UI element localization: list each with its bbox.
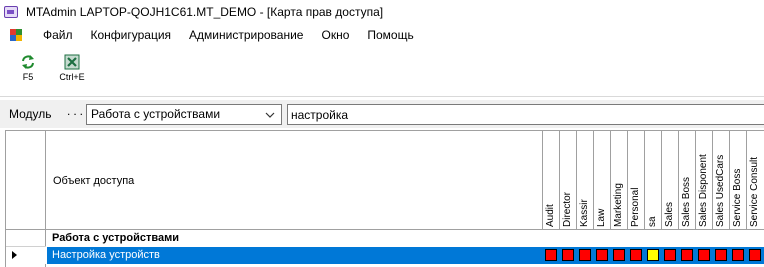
role-column-header[interactable]: Service Boss xyxy=(729,131,746,229)
role-column-header[interactable]: Sales Boss xyxy=(678,131,695,229)
access-rights-grid: Объект доступа Audit Director Kassir Law Mar… xyxy=(5,130,764,267)
group-row-header xyxy=(6,230,46,247)
role-label: sa xyxy=(647,216,658,227)
role-column-header[interactable]: Personal xyxy=(627,131,644,229)
role-label: Sales UsedCars xyxy=(715,154,726,227)
permission-cell-denied[interactable] xyxy=(732,249,744,261)
menu-bar: Файл Конфигурация Администрирование Окно… xyxy=(0,24,764,46)
role-label: Service Consult xyxy=(749,156,760,227)
module-dots: ... xyxy=(67,104,87,118)
permission-cell-denied[interactable] xyxy=(545,249,557,261)
role-label: Marketing xyxy=(613,183,624,227)
menu-help[interactable]: Помощь xyxy=(358,24,422,46)
filter-bar: Модуль ... Работа с устройствами xyxy=(0,100,764,128)
menu-file[interactable]: Файл xyxy=(34,24,82,46)
group-row-label: Работа с устройствами xyxy=(52,232,179,244)
toolbar: F5 Ctrl+E xyxy=(0,46,764,94)
row-object-label: Настройка устройств xyxy=(52,249,160,261)
role-label-wrap: Law xyxy=(595,131,609,227)
current-row-arrow-icon xyxy=(12,251,17,259)
role-label: Sales Boss xyxy=(681,176,692,227)
permission-cell-denied[interactable] xyxy=(579,249,591,261)
module-dropdown-value: Работа с устройствами xyxy=(91,107,221,121)
role-label-wrap: Service Boss xyxy=(731,131,745,227)
role-label-wrap: Service Consult xyxy=(748,131,762,227)
role-column-header[interactable]: sa xyxy=(644,131,661,229)
role-label-wrap: Audit xyxy=(544,131,558,227)
role-label: Law xyxy=(596,208,607,227)
menu-administration[interactable]: Администрирование xyxy=(180,24,312,46)
row-selector[interactable] xyxy=(6,247,46,264)
title-bar: MTAdmin LAPTOP-QOJH1C61.MT_DEMO - [Карта… xyxy=(0,0,764,24)
role-label: Personal xyxy=(630,187,641,227)
role-column-header[interactable]: Sales xyxy=(661,131,678,229)
toolbar-separator xyxy=(0,96,764,97)
role-column-header[interactable]: Marketing xyxy=(610,131,627,229)
permission-cell-denied[interactable] xyxy=(596,249,608,261)
role-column-header[interactable]: Sales UsedCars xyxy=(712,131,729,229)
role-label: Director xyxy=(562,191,573,227)
role-column-header[interactable]: Law xyxy=(593,131,610,229)
role-column-header[interactable]: Director xyxy=(559,131,576,229)
permission-cell-denied[interactable] xyxy=(681,249,693,261)
app-icon xyxy=(4,6,18,18)
permission-cell-denied[interactable] xyxy=(749,249,761,261)
role-column-header[interactable]: Sales Disponent xyxy=(695,131,712,229)
role-label-wrap: Sales Boss xyxy=(680,131,694,227)
export-shortcut-label: Ctrl+E xyxy=(59,72,85,82)
role-label-wrap: sa xyxy=(646,131,660,227)
role-label: Sales xyxy=(664,201,675,227)
menu-configuration[interactable]: Конфигурация xyxy=(82,24,181,46)
window-menu-icon[interactable] xyxy=(10,29,22,41)
excel-icon xyxy=(64,54,80,70)
refresh-button[interactable]: F5 xyxy=(8,54,48,90)
module-dropdown[interactable]: Работа с устройствами xyxy=(86,104,282,125)
refresh-shortcut-label: F5 xyxy=(22,72,34,82)
module-label: Модуль xyxy=(9,107,52,121)
role-label: Service Boss xyxy=(732,168,743,227)
menu-window[interactable]: Окно xyxy=(312,24,358,46)
group-row[interactable]: Работа с устройствами xyxy=(47,230,764,247)
object-column-header: Объект доступа xyxy=(53,175,135,187)
refresh-icon xyxy=(22,55,34,69)
export-excel-button[interactable]: Ctrl+E xyxy=(52,54,92,90)
permission-cell-denied[interactable] xyxy=(562,249,574,261)
role-label-wrap: Director xyxy=(561,131,575,227)
role-column-header[interactable]: Kassir xyxy=(576,131,593,229)
role-label: Audit xyxy=(545,204,556,227)
permission-cell-denied[interactable] xyxy=(613,249,625,261)
search-input[interactable] xyxy=(287,104,764,125)
role-column-header[interactable]: Service Consult xyxy=(746,131,763,229)
permission-cell-denied[interactable] xyxy=(715,249,727,261)
permission-cell-denied[interactable] xyxy=(664,249,676,261)
permission-cell-denied[interactable] xyxy=(698,249,710,261)
permission-cell-granted[interactable] xyxy=(647,249,659,261)
role-label-wrap: Kassir xyxy=(578,131,592,227)
role-label-wrap: Sales xyxy=(663,131,677,227)
role-label-wrap: Marketing xyxy=(612,131,626,227)
role-label-wrap: Sales UsedCars xyxy=(714,131,728,227)
role-column-header[interactable]: Audit xyxy=(542,131,559,229)
role-label-wrap: Personal xyxy=(629,131,643,227)
role-label-wrap: Sales Disponent xyxy=(697,131,711,227)
role-label: Sales Disponent xyxy=(698,154,709,227)
role-label: Kassir xyxy=(579,199,590,227)
permission-cell-denied[interactable] xyxy=(630,249,642,261)
window-title: MTAdmin LAPTOP-QOJH1C61.MT_DEMO - [Карта… xyxy=(26,5,384,19)
chevron-down-icon[interactable] xyxy=(263,105,277,124)
